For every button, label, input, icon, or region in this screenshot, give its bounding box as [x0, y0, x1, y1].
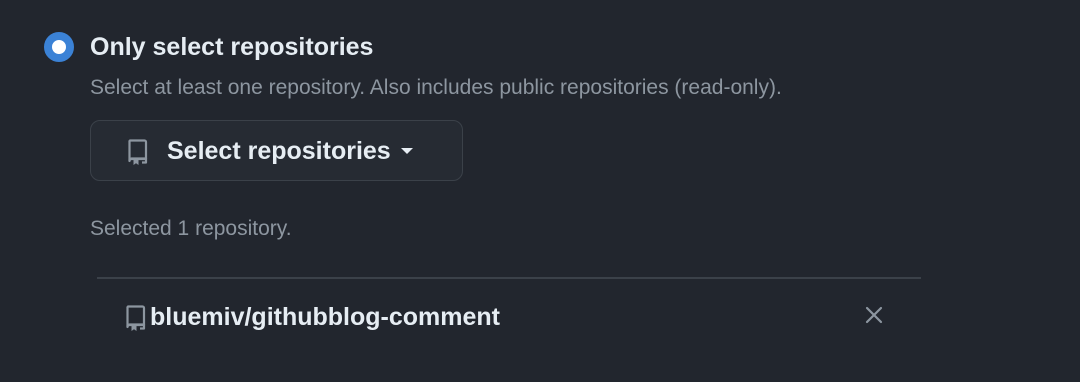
repo-name: githubblog-comment [251, 303, 500, 331]
only-select-repositories-option[interactable]: Only select repositories [44, 30, 373, 64]
remove-repo-button[interactable] [860, 303, 888, 331]
repo-icon [124, 303, 148, 331]
option-description: Select at least one repository. Also inc… [90, 76, 782, 99]
selected-count-text: Selected 1 repository. [90, 217, 292, 240]
close-icon [864, 305, 884, 330]
select-repositories-button[interactable]: Select repositories [90, 120, 463, 181]
radio-selected[interactable] [44, 32, 74, 62]
repo-owner: bluemiv/ [150, 303, 252, 331]
repo-icon [126, 137, 150, 165]
caret-down-icon [400, 147, 413, 154]
divider [97, 277, 921, 279]
repository-access-panel: Only select repositories Select at least… [0, 0, 1080, 382]
selected-repo-item: bluemiv/githubblog-comment [124, 298, 894, 336]
repo-full-name: bluemiv/githubblog-comment [150, 300, 500, 334]
select-repositories-label: Select repositories [167, 136, 391, 165]
option-label[interactable]: Only select repositories [90, 30, 373, 64]
